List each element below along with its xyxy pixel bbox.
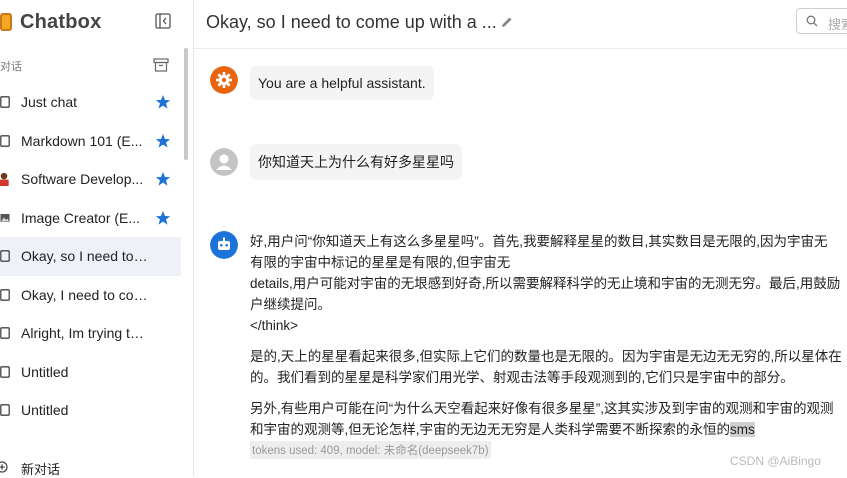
chatbox-logo-icon [0, 13, 12, 31]
session-item-software-developer[interactable]: Software Develop... [0, 160, 181, 199]
archive-icon[interactable] [153, 58, 169, 72]
app-name: Chatbox [20, 10, 102, 33]
chat-icon [0, 404, 10, 417]
session-label: Just chat [21, 94, 78, 111]
answer-line: 另外,有些用户可能在问“为什么天空看起来好像有很多星星”,这其实涉及到宇宙的观测… [250, 401, 834, 416]
session-item-just-chat[interactable]: Just chat [0, 83, 181, 122]
token-usage-info: tokens used: 409, model: 未命名(deepseek7b) [250, 441, 491, 459]
session-item-image-creator[interactable]: Image Creator (E... [0, 199, 181, 238]
session-item[interactable]: Alright, Im trying to figu... [0, 314, 181, 353]
think-end-tag: </think> [250, 318, 299, 333]
session-item[interactable]: Untitled [0, 353, 181, 392]
new-chat-label: 新对话 [21, 462, 61, 477]
session-item-markdown-101[interactable]: Markdown 101 (E... [0, 122, 181, 161]
session-list: Just chat Markdown 101 (E... Software De… [0, 83, 181, 430]
chat-icon [0, 288, 10, 301]
chat-icon [0, 96, 10, 109]
search-placeholder: 搜索 [828, 17, 847, 32]
edit-title-icon[interactable] [500, 15, 514, 29]
session-label: Image Creator (E... [21, 209, 141, 226]
system-message-bubble: You are a helpful assistant. [250, 66, 434, 100]
chat-icon [0, 250, 10, 263]
collapse-sidebar-icon[interactable] [155, 13, 171, 29]
session-item[interactable]: Untitled [0, 391, 181, 430]
session-item[interactable]: Okay, I need to come u... [0, 276, 181, 315]
star-icon[interactable] [155, 210, 171, 226]
session-label: Software Develop... [21, 171, 144, 188]
session-label: Okay, so I need to com... [21, 248, 151, 265]
chat-header: Okay, so I need to come up with a ... 搜索 [194, 0, 847, 49]
user-message-bubble: 你知道天上为什么有好多星星吗 [250, 144, 462, 180]
session-label: Untitled [21, 363, 69, 380]
search-input[interactable]: 搜索 [796, 8, 847, 34]
chat-title: Okay, so I need to come up with a ... [206, 12, 497, 32]
session-label: Markdown 101 (E... [21, 132, 143, 149]
search-icon [806, 15, 818, 27]
star-icon[interactable] [155, 171, 171, 187]
image-icon [0, 213, 10, 222]
brand: Chatbox [0, 8, 101, 36]
think-line: 有限的宇宙中标记的星星是有限的,但宇宙无 [250, 255, 511, 270]
assistant-message-text: 好,用户问“你知道天上有这么多星星吗”。首先,我要解释星星的数目,其实数目是无限… [250, 231, 842, 440]
think-line: details,用户可能对宇宙的无垠感到好奇,所以需要解释科学的无止境和宇宙的无… [250, 276, 841, 291]
sidebar: Chatbox 对话 Just chat Markdown 101 (E... [0, 0, 194, 477]
settings-gear-icon [210, 66, 238, 94]
watermark: CSDN @AiBingo [730, 454, 821, 468]
answer-line-last: 和宇宙的观测等,但无论怎样,宇宙的无边无无穷是人类科学需要不断探索的永恒的sms [250, 419, 842, 440]
answer-text: 和宇宙的观测等,但无论怎样,宇宙的无边无无穷是人类科学需要不断探索的永恒的 [250, 422, 731, 437]
star-icon[interactable] [155, 133, 171, 149]
developer-avatar-icon [0, 173, 9, 187]
answer-line: 是的,天上的星星看起来很多,但实际上它们的数量也是无限的。因为宇宙是无边无无穷的… [250, 349, 842, 364]
plus-circle-icon [0, 461, 8, 473]
sidebar-scrollbar[interactable] [184, 48, 188, 160]
session-label: Untitled [21, 402, 69, 419]
answer-line: 的。我们看到的星星是科学家们用光学、射观击法等手段观测到的,它们只是宇宙中的部分… [250, 370, 794, 385]
section-label: 对话 [0, 61, 22, 73]
highlighted-text: sms [730, 422, 755, 437]
section-header: 对话 [0, 56, 180, 74]
session-item-active[interactable]: Okay, so I need to com... [0, 237, 181, 276]
think-line: 户继续提问。 [250, 297, 331, 312]
bot-avatar-icon [210, 231, 238, 259]
session-label: Okay, I need to come u... [21, 286, 151, 303]
chat-icon [0, 365, 10, 378]
star-icon[interactable] [155, 94, 171, 110]
session-label: Alright, Im trying to figu... [21, 325, 151, 342]
chat-icon [0, 327, 10, 340]
think-line: 好,用户问“你知道天上有这么多星星吗”。首先,我要解释星星的数目,其实数目是无限… [250, 234, 828, 249]
chat-icon [0, 134, 10, 147]
user-avatar-icon [210, 148, 238, 176]
